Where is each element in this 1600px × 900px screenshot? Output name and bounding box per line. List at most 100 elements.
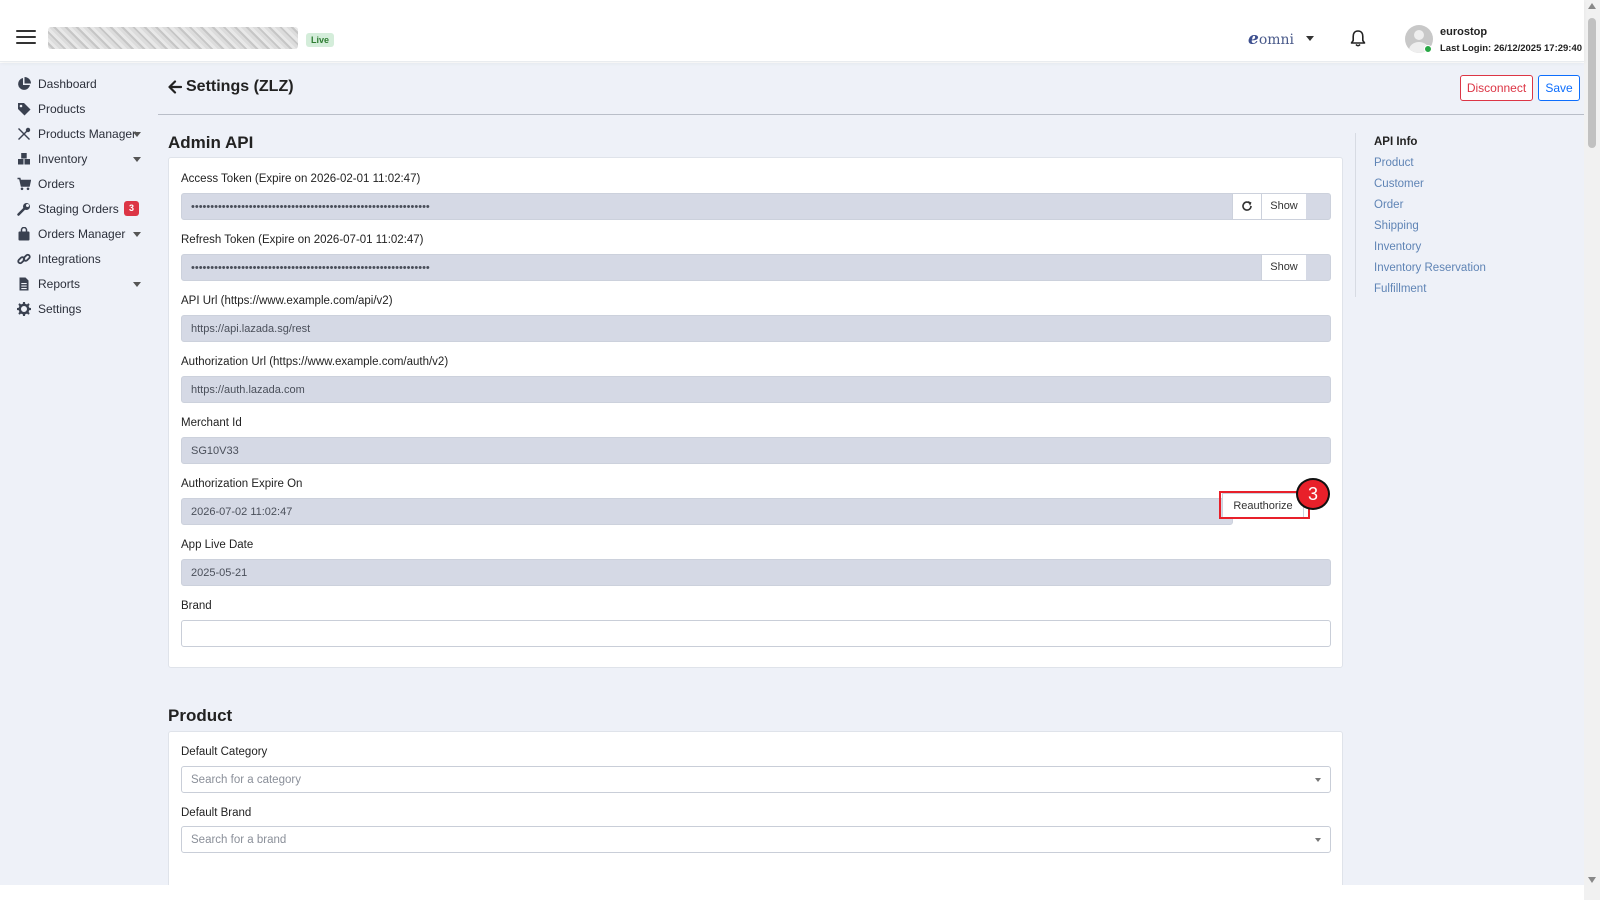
default-brand-placeholder: Search for a brand <box>191 834 287 846</box>
sidebar-item-label: Products <box>38 102 86 116</box>
bag-icon <box>18 227 30 241</box>
scroll-up-arrow-icon[interactable] <box>1588 3 1596 9</box>
sidebar-item-label: Products Manager <box>38 127 137 141</box>
sidebar-item-orders-manager[interactable]: Orders Manager <box>0 223 158 245</box>
auth-expire-field[interactable]: 2026-07-02 11:02:47 <box>181 498 1233 525</box>
chevron-down-icon <box>1315 778 1321 782</box>
api-url-label: API Url (https://www.example.com/api/v2) <box>181 295 393 307</box>
chevron-down-icon <box>133 282 141 287</box>
chevron-down-icon[interactable] <box>1306 36 1314 41</box>
staging-orders-count-badge: 3 <box>124 201 139 216</box>
api-info-link-product[interactable]: Product <box>1374 157 1414 169</box>
api-info-nav: API Info Product Customer Order Shipping… <box>1355 133 1555 297</box>
file-icon <box>19 277 29 291</box>
back-arrow-icon[interactable] <box>168 80 182 94</box>
sidebar-item-inventory[interactable]: Inventory <box>0 148 158 170</box>
show-access-token-button[interactable]: Show <box>1261 194 1306 219</box>
brand-field[interactable] <box>181 620 1331 647</box>
hamburger-menu-icon[interactable] <box>16 30 36 44</box>
api-info-link-customer[interactable]: Customer <box>1374 178 1424 190</box>
tools-icon <box>18 127 31 140</box>
sidebar-item-orders[interactable]: Orders <box>0 173 158 195</box>
section-title-product: Product <box>168 706 233 725</box>
sidebar-item-label: Dashboard <box>38 77 97 91</box>
page-header: Settings (ZLZ) Disconnect Save <box>158 63 1584 115</box>
auth-url-field[interactable]: https://auth.lazada.com <box>181 376 1331 403</box>
app-live-date-field[interactable]: 2025-05-21 <box>181 559 1331 586</box>
pie-chart-icon <box>18 77 31 90</box>
bottom-strip <box>0 885 1584 900</box>
api-url-value: https://api.lazada.sg/rest <box>191 323 311 335</box>
merchant-id-field[interactable]: SG10V33 <box>181 437 1331 464</box>
sidebar-item-reports[interactable]: Reports <box>0 273 158 295</box>
auth-url-label: Authorization Url (https://www.example.c… <box>181 356 449 368</box>
main-content: Settings (ZLZ) Disconnect Save Admin API… <box>158 63 1584 891</box>
chevron-down-icon <box>1315 838 1321 842</box>
sidebar-item-dashboard[interactable]: Dashboard <box>0 73 158 95</box>
sidebar-item-integrations[interactable]: Integrations <box>0 248 158 270</box>
product-card: Default Category Search for a category D… <box>168 731 1343 891</box>
chevron-down-icon <box>133 232 141 237</box>
refresh-token-field[interactable]: ••••••••••••••••••••••••••••••••••••••••… <box>181 254 1331 281</box>
default-category-label: Default Category <box>181 746 268 758</box>
sidebar-item-label: Orders <box>38 177 75 191</box>
api-info-link-order[interactable]: Order <box>1374 199 1403 211</box>
cart-icon <box>17 177 31 191</box>
boxes-icon <box>18 153 30 165</box>
access-token-label: Access Token (Expire on 2026-02-01 11:02… <box>181 173 421 185</box>
api-info-link-fulfillment[interactable]: Fulfillment <box>1374 283 1426 295</box>
bell-icon[interactable] <box>1350 30 1366 48</box>
step-marker: 3 <box>1296 478 1330 510</box>
section-title-admin-api: Admin API <box>168 133 254 152</box>
sidebar-item-staging-orders[interactable]: Staging Orders 3 <box>0 198 158 220</box>
env-badge: Live <box>306 33 335 47</box>
show-refresh-token-button[interactable]: Show <box>1261 255 1306 280</box>
brand-label: Brand <box>181 600 212 612</box>
sidebar-item-label: Orders Manager <box>38 227 126 241</box>
save-button[interactable]: Save <box>1538 75 1580 101</box>
gear-icon <box>17 302 31 316</box>
sidebar-item-label: Reports <box>38 277 81 291</box>
auth-expire-label: Authorization Expire On <box>181 478 303 490</box>
default-brand-select[interactable]: Search for a brand <box>181 826 1331 853</box>
admin-api-card: Access Token (Expire on 2026-02-01 11:02… <box>168 157 1343 668</box>
api-info-link-shipping[interactable]: Shipping <box>1374 220 1419 232</box>
sidebar: Dashboard Products Products Manager Inve… <box>0 63 158 885</box>
chevron-down-icon <box>133 132 141 137</box>
scroll-thumb[interactable] <box>1588 18 1596 148</box>
top-navbar: Live eomni eurostop Last Login: 26/12/20… <box>0 0 1584 62</box>
api-info-link-inventory-reservation[interactable]: Inventory Reservation <box>1374 262 1486 274</box>
default-category-select[interactable]: Search for a category <box>181 766 1331 793</box>
sidebar-item-products-manager[interactable]: Products Manager <box>0 123 158 145</box>
sidebar-item-products[interactable]: Products <box>0 98 158 120</box>
api-info-title: API Info <box>1374 136 1418 148</box>
sidebar-item-label: Staging Orders <box>38 202 119 216</box>
page-scrollbar[interactable] <box>1584 0 1600 900</box>
brand-selector[interactable]: eomni <box>1248 29 1294 49</box>
app-live-date-value: 2025-05-21 <box>191 567 248 579</box>
sidebar-item-label: Integrations <box>38 252 101 266</box>
access-token-value: ••••••••••••••••••••••••••••••••••••••••… <box>191 201 430 213</box>
api-info-link-inventory[interactable]: Inventory <box>1374 241 1421 253</box>
sidebar-item-settings[interactable]: Settings <box>0 298 158 320</box>
refresh-token-label: Refresh Token (Expire on 2026-07-01 11:0… <box>181 234 424 246</box>
default-category-placeholder: Search for a category <box>191 774 301 786</box>
refresh-token-button[interactable] <box>1232 194 1261 219</box>
merchant-id-label: Merchant Id <box>181 417 242 429</box>
brand-logo-letter: e <box>1248 29 1259 49</box>
page-title: Settings (ZLZ) <box>186 78 294 95</box>
default-brand-label: Default Brand <box>181 807 252 819</box>
refresh-icon <box>1242 201 1252 211</box>
access-token-field[interactable]: ••••••••••••••••••••••••••••••••••••••••… <box>181 193 1331 220</box>
auth-expire-value: 2026-07-02 11:02:47 <box>191 506 293 518</box>
scroll-down-arrow-icon[interactable] <box>1588 877 1596 883</box>
online-status-icon <box>1424 45 1432 53</box>
api-url-field[interactable]: https://api.lazada.sg/rest <box>181 315 1331 342</box>
last-login: Last Login: 26/12/2025 17:29:40 <box>1440 43 1583 54</box>
refresh-token-value: ••••••••••••••••••••••••••••••••••••••••… <box>191 262 430 274</box>
auth-url-value: https://auth.lazada.com <box>191 384 305 396</box>
sidebar-item-label: Inventory <box>38 152 88 166</box>
wrench-icon <box>17 203 30 216</box>
disconnect-button[interactable]: Disconnect <box>1460 75 1533 101</box>
user-name[interactable]: eurostop <box>1440 26 1487 38</box>
